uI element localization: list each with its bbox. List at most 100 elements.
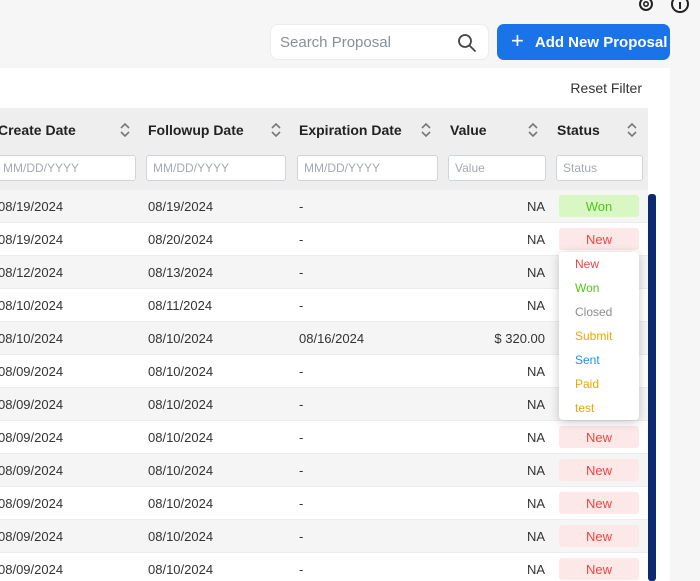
status-badge[interactable]: New — [559, 459, 639, 481]
create-date-cell: 08/19/2024 — [0, 232, 64, 247]
status-badge[interactable]: New — [559, 228, 639, 250]
followup-date-cell: 08/10/2024 — [148, 562, 214, 577]
value-cell: NA — [526, 529, 545, 544]
table-row[interactable]: 08/09/2024 08/10/2024 - NA New — [0, 421, 648, 454]
filter-value-input[interactable] — [448, 155, 546, 181]
top-icons — [636, 0, 690, 14]
search-icon[interactable] — [457, 33, 477, 58]
column-header-expiration-date[interactable]: Expiration Date — [299, 122, 402, 138]
expiration-date-cell: - — [299, 265, 304, 280]
info-icon[interactable] — [670, 0, 690, 14]
table-row[interactable]: 08/09/2024 08/10/2024 - NA New — [0, 487, 648, 520]
sort-icon[interactable] — [270, 122, 282, 143]
value-cell: NA — [526, 364, 545, 379]
value-cell: NA — [526, 298, 545, 313]
plus-icon: + — [511, 28, 524, 53]
filter-create-date-input[interactable] — [0, 155, 136, 181]
status-option-new[interactable]: New — [559, 252, 639, 276]
value-cell: NA — [526, 463, 545, 478]
table-row[interactable]: 08/10/2024 08/11/2024 - NA — [0, 289, 648, 322]
value-cell: NA — [526, 265, 545, 280]
sort-icon[interactable] — [527, 122, 539, 143]
table-row[interactable]: 08/19/2024 08/19/2024 - NA Won — [0, 190, 648, 223]
column-header-followup-date[interactable]: Followup Date — [148, 122, 244, 138]
add-new-proposal-button[interactable]: + Add New Proposal — [497, 24, 670, 60]
status-dropdown-menu: New Won Closed Submit Sent Paid test — [559, 252, 639, 420]
search-box — [270, 24, 489, 60]
value-cell: NA — [526, 232, 545, 247]
followup-date-cell: 08/10/2024 — [148, 496, 214, 511]
expiration-date-cell: - — [299, 496, 304, 511]
value-cell: NA — [526, 397, 545, 412]
status-option-paid[interactable]: Paid — [559, 372, 639, 396]
expiration-date-cell: - — [299, 529, 304, 544]
expiration-date-cell: - — [299, 199, 304, 214]
followup-date-cell: 08/10/2024 — [148, 463, 214, 478]
table-header: Create Date Followup Date Expiration Dat… — [0, 108, 648, 190]
status-badge[interactable]: New — [559, 426, 639, 448]
table-row[interactable]: 08/12/2024 08/13/2024 - NA — [0, 256, 648, 289]
create-date-cell: 08/09/2024 — [0, 463, 64, 478]
value-cell: NA — [526, 430, 545, 445]
expiration-date-cell: - — [299, 562, 304, 577]
status-badge[interactable]: Won — [559, 195, 639, 217]
followup-date-cell: 08/20/2024 — [148, 232, 214, 247]
value-cell: NA — [526, 199, 545, 214]
status-option-sent[interactable]: Sent — [559, 348, 639, 372]
create-date-cell: 08/12/2024 — [0, 265, 64, 280]
sort-icon[interactable] — [119, 122, 131, 143]
create-date-cell: 08/09/2024 — [0, 496, 64, 511]
status-badge[interactable]: New — [559, 525, 639, 547]
status-option-won[interactable]: Won — [559, 276, 639, 300]
sort-icon[interactable] — [626, 122, 638, 143]
create-date-cell: 08/09/2024 — [0, 430, 64, 445]
followup-date-cell: 08/10/2024 — [148, 364, 214, 379]
create-date-cell: 08/10/2024 — [0, 331, 64, 346]
status-badge[interactable]: New — [559, 492, 639, 514]
add-new-proposal-label: Add New Proposal — [534, 33, 668, 51]
column-header-value[interactable]: Value — [450, 122, 487, 138]
sort-icon[interactable] — [420, 122, 432, 143]
column-header-create-date[interactable]: Create Date — [0, 122, 76, 138]
status-option-submit[interactable]: Submit — [559, 324, 639, 348]
filter-followup-date-input[interactable] — [146, 155, 286, 181]
value-cell: $ 320.00 — [494, 331, 545, 346]
create-date-cell: 08/09/2024 — [0, 529, 64, 544]
value-cell: NA — [526, 562, 545, 577]
create-date-cell: 08/09/2024 — [0, 364, 64, 379]
followup-date-cell: 08/19/2024 — [148, 199, 214, 214]
expiration-date-cell: - — [299, 397, 304, 412]
expiration-date-cell: - — [299, 364, 304, 379]
table-row[interactable]: 08/19/2024 08/20/2024 - NA New — [0, 223, 648, 256]
expiration-date-cell: 08/16/2024 — [299, 331, 365, 346]
filter-expiration-date-input[interactable] — [297, 155, 438, 181]
followup-date-cell: 08/10/2024 — [148, 331, 214, 346]
table-body: 08/19/2024 08/19/2024 - NA Won 08/19/2024 08/2… — [0, 190, 648, 581]
status-option-closed[interactable]: Closed — [559, 300, 639, 324]
create-date-cell: 08/10/2024 — [0, 298, 64, 313]
status-badge[interactable]: New — [559, 558, 639, 580]
expiration-date-cell: - — [299, 298, 304, 313]
table-row[interactable]: 08/09/2024 08/10/2024 - NA — [0, 355, 648, 388]
table-row[interactable]: 08/10/2024 08/10/2024 08/16/2024 $ 320.00 — [0, 322, 648, 355]
value-cell: NA — [526, 496, 545, 511]
followup-date-cell: 08/10/2024 — [148, 529, 214, 544]
search-input[interactable] — [271, 25, 451, 59]
table-row[interactable]: 08/09/2024 08/10/2024 - NA — [0, 388, 648, 421]
followup-date-cell: 08/10/2024 — [148, 397, 214, 412]
column-header-status[interactable]: Status — [557, 122, 600, 138]
reset-filter-link[interactable]: Reset Filter — [570, 80, 642, 96]
table-row[interactable]: 08/09/2024 08/10/2024 - NA New — [0, 553, 648, 581]
followup-date-cell: 08/11/2024 — [148, 298, 213, 313]
create-date-cell: 08/19/2024 — [0, 199, 64, 214]
expiration-date-cell: - — [299, 232, 304, 247]
vertical-scrollbar[interactable] — [648, 194, 656, 581]
table-row[interactable]: 08/09/2024 08/10/2024 - NA New — [0, 520, 648, 553]
gear-icon[interactable] — [636, 0, 656, 14]
table-row[interactable]: 08/09/2024 08/10/2024 - NA New — [0, 454, 648, 487]
followup-date-cell: 08/13/2024 — [148, 265, 214, 280]
create-date-cell: 08/09/2024 — [0, 562, 64, 577]
status-option-test[interactable]: test — [559, 396, 639, 420]
filter-status-input[interactable] — [556, 155, 643, 181]
proposal-page: + Add New Proposal Reset Filter Create D… — [0, 0, 700, 581]
